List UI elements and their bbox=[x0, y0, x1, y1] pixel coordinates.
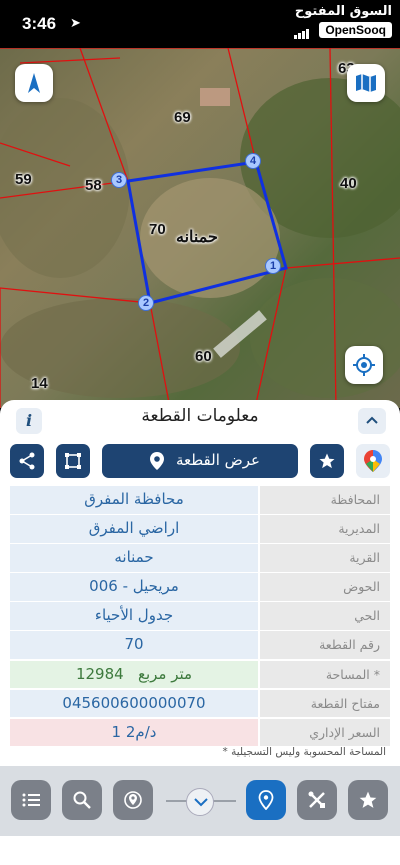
detail-value: 12984 متر مربع bbox=[10, 660, 258, 689]
detail-value: 045600600000070 bbox=[10, 689, 258, 718]
detail-key: السعر الإداري bbox=[260, 718, 390, 747]
plot-details: محافظة المفرق المحافظة اراضي المفرق المد… bbox=[10, 486, 390, 748]
favorite-button[interactable] bbox=[310, 444, 344, 478]
detail-row-plot-number: 70 رقم القطعة bbox=[10, 631, 390, 659]
google-maps-icon bbox=[364, 450, 382, 472]
detail-row-governorate: محافظة المفرق المحافظة bbox=[10, 486, 390, 514]
detail-key: الحوض bbox=[260, 573, 390, 601]
detail-row-directorate: اراضي المفرق المديرية bbox=[10, 515, 390, 543]
location-arrow-icon: ➤ bbox=[70, 16, 81, 31]
info-button[interactable]: i bbox=[16, 408, 42, 434]
nearby-plots-button[interactable] bbox=[113, 780, 153, 820]
my-location-button[interactable] bbox=[345, 346, 383, 384]
parcel-label-14: 14 bbox=[31, 375, 48, 392]
plot-location-button[interactable] bbox=[246, 780, 286, 820]
detail-value: محافظة المفرق bbox=[10, 486, 258, 514]
plot-vertex-1: 1 bbox=[265, 258, 281, 274]
detail-row-village: حمنانه القرية bbox=[10, 544, 390, 572]
detail-value: حمنانه bbox=[10, 544, 258, 572]
detail-key: مفتاح القطعة bbox=[260, 689, 390, 718]
parcel-label-58: 58 bbox=[85, 177, 102, 194]
list-button[interactable] bbox=[11, 780, 51, 820]
map-layers-button[interactable] bbox=[347, 64, 385, 102]
detail-key: الحي bbox=[260, 602, 390, 630]
search-button[interactable] bbox=[62, 780, 102, 820]
detail-row-plot-key: 045600600000070 مفتاح القطعة bbox=[10, 689, 390, 718]
detail-key: المساحة * bbox=[260, 660, 390, 689]
detail-row-area: 12984 متر مربع المساحة * bbox=[10, 660, 390, 689]
show-plot-button[interactable]: عرض القطعة bbox=[102, 444, 298, 478]
star-icon bbox=[359, 791, 377, 808]
status-bar: 3:46 ➤ السوق المفتوح OpenSooq bbox=[0, 0, 400, 48]
crosshair-icon bbox=[353, 354, 375, 376]
detail-key: رقم القطعة bbox=[260, 631, 390, 659]
status-time: 3:46 bbox=[22, 14, 57, 33]
parcel-label-59: 59 bbox=[15, 171, 32, 188]
plot-vertex-3: 3 bbox=[111, 172, 127, 188]
tools-icon bbox=[308, 791, 325, 808]
detail-value: 1 د/م2 bbox=[10, 718, 258, 747]
detail-row-admin-price: 1 د/م2 السعر الإداري bbox=[10, 718, 390, 747]
plot-vertex-2: 2 bbox=[138, 295, 154, 311]
detail-row-neighborhood: جدول الأحياء الحي bbox=[10, 602, 390, 630]
pin-circle-icon bbox=[124, 791, 142, 809]
parcel-label-69: 69 bbox=[174, 109, 191, 126]
detail-key: المحافظة bbox=[260, 486, 390, 514]
share-icon bbox=[19, 452, 35, 470]
frame-corners-icon bbox=[65, 453, 81, 469]
location-pin-icon bbox=[150, 452, 164, 470]
detail-key: المديرية bbox=[260, 515, 390, 543]
detail-key: القرية bbox=[260, 544, 390, 572]
collapse-button[interactable] bbox=[358, 408, 386, 434]
detail-value: مريحيل - 006 bbox=[10, 573, 258, 601]
google-maps-button[interactable] bbox=[356, 444, 390, 478]
panel-title: معلومات القطعة bbox=[141, 406, 259, 426]
satellite-map[interactable]: 63 69 59 58 40 70 حمنانه 60 14 1 2 3 4 bbox=[0, 48, 400, 408]
parcel-label-60: 60 bbox=[195, 348, 212, 365]
list-icon bbox=[22, 793, 40, 807]
parcel-label-40: 40 bbox=[340, 175, 357, 192]
brand-overlay: السوق المفتوح OpenSooq bbox=[294, 4, 392, 39]
brand-arabic: السوق المفتوح bbox=[294, 4, 392, 19]
detail-value: جدول الأحياء bbox=[10, 602, 258, 630]
detail-row-basin: مريحيل - 006 الحوض bbox=[10, 573, 390, 601]
detail-value: 70 bbox=[10, 631, 258, 659]
star-icon bbox=[319, 453, 335, 469]
home-indicator bbox=[133, 850, 267, 855]
favorites-button[interactable] bbox=[348, 780, 388, 820]
map-icon bbox=[356, 74, 376, 92]
compass-icon bbox=[28, 73, 40, 93]
parcel-label-70: 70 bbox=[149, 221, 166, 238]
brand-name: OpenSooq bbox=[319, 22, 392, 38]
measure-tool-button[interactable] bbox=[297, 780, 337, 820]
plot-frame-button[interactable] bbox=[56, 444, 90, 478]
signal-icon bbox=[294, 20, 310, 39]
search-icon bbox=[73, 791, 91, 809]
chevron-up-icon bbox=[366, 416, 378, 424]
compass-button[interactable] bbox=[15, 64, 53, 102]
area-footnote: * المساحة المحسوبة وليس التسجيلية bbox=[222, 746, 386, 758]
chevron-down-icon bbox=[194, 798, 208, 807]
toolbar-expand-toggle[interactable] bbox=[186, 788, 214, 816]
show-plot-label: عرض القطعة bbox=[175, 451, 260, 469]
location-pin-icon bbox=[258, 790, 274, 810]
village-label: حمنانه bbox=[176, 229, 218, 246]
share-button[interactable] bbox=[10, 444, 44, 478]
detail-value: اراضي المفرق bbox=[10, 515, 258, 543]
plot-vertex-4: 4 bbox=[245, 153, 261, 169]
